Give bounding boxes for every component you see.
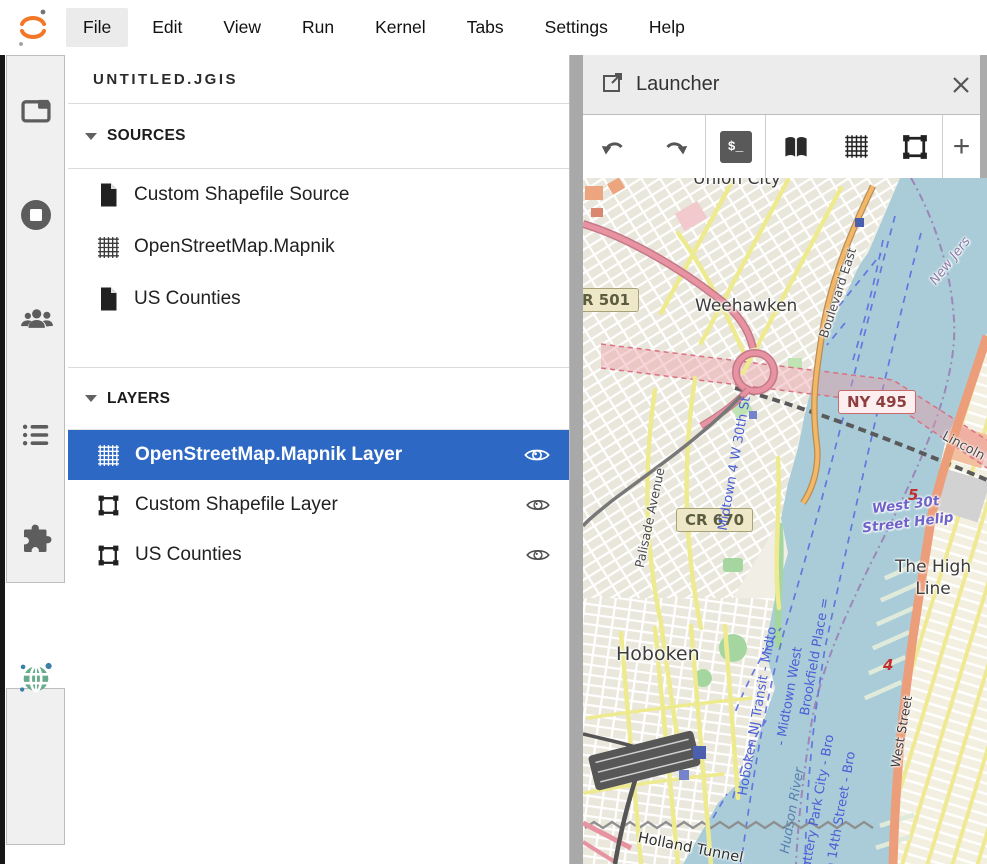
layer-row-openstreetmap[interactable]: OpenStreetMap.Mapnik Layer <box>68 430 569 480</box>
jgis-left-panel: UNTITLED.JGIS SOURCES Custom Shapefile S… <box>68 55 570 864</box>
users-icon <box>17 303 55 342</box>
raster-grid-icon <box>96 442 122 468</box>
vector-polygon-icon <box>96 542 122 568</box>
menu-help[interactable]: Help <box>632 8 702 47</box>
layers-section-header[interactable]: LAYERS <box>68 368 569 430</box>
layer-row-custom-shapefile[interactable]: Custom Shapefile Layer <box>68 480 569 530</box>
identify-button[interactable] <box>766 115 825 178</box>
map-toolbar: $_ + <box>583 115 980 178</box>
vector-polygon-icon <box>900 132 930 162</box>
raster-grid-icon <box>843 133 870 160</box>
raster-grid-icon <box>96 234 122 260</box>
document-title: UNTITLED.JGIS <box>68 55 569 104</box>
launcher-icon <box>601 70 625 99</box>
map-canvas[interactable]: Union City Weehawken Hoboken The HighLin… <box>583 178 987 864</box>
source-item-openstreetmap[interactable]: OpenStreetMap.Mapnik <box>68 221 569 273</box>
menu-tabs[interactable]: Tabs <box>450 8 521 47</box>
jupytergis-tab[interactable] <box>5 658 66 702</box>
menu-bar: File Edit View Run Kernel Tabs Settings … <box>0 0 987 55</box>
terminal-icon: $_ <box>720 131 752 163</box>
road-shield-cr501: R 501 <box>583 288 639 312</box>
file-browser-tab[interactable] <box>5 90 66 134</box>
source-item-label: Custom Shapefile Source <box>134 184 349 206</box>
book-icon <box>781 133 811 161</box>
source-item-us-counties[interactable]: US Counties <box>68 273 569 325</box>
extensions-tab[interactable] <box>5 520 66 564</box>
undo-icon <box>599 134 629 160</box>
visibility-eye-icon[interactable] <box>525 495 551 515</box>
layer-row-us-counties[interactable]: US Counties <box>68 530 569 580</box>
map-label-hoboken: Hoboken <box>616 643 700 665</box>
folder-icon <box>19 95 53 130</box>
stop-circle-icon <box>18 197 54 238</box>
activity-sidebar <box>5 55 68 864</box>
layers-header-label: LAYERS <box>107 390 170 408</box>
source-item-label: OpenStreetMap.Mapnik <box>134 236 335 258</box>
dock-right-edge <box>980 55 987 178</box>
dock-tab-bar: Launcher <box>583 55 987 115</box>
caret-down-icon <box>85 395 97 402</box>
vector-polygon-icon <box>96 492 122 518</box>
menu-kernel[interactable]: Kernel <box>358 8 443 47</box>
layer-label: OpenStreetMap.Mapnik Layer <box>135 444 523 466</box>
visibility-eye-icon[interactable] <box>523 444 551 466</box>
panel-splitter[interactable] <box>570 55 583 864</box>
menu-file[interactable]: File <box>66 8 128 47</box>
tab-launcher[interactable]: Launcher <box>583 70 935 99</box>
plus-icon: + <box>953 132 971 162</box>
map-label-route-5: 5 <box>908 486 918 504</box>
source-item-custom-shapefile[interactable]: Custom Shapefile Source <box>68 169 569 221</box>
tab-launcher-label: Launcher <box>636 73 719 96</box>
visibility-eye-icon[interactable] <box>525 545 551 565</box>
sidebar-tab-group-lower <box>6 688 65 845</box>
list-icon <box>19 420 53 455</box>
map-label-high-line: The HighLine <box>895 556 971 600</box>
sources-section-header[interactable]: SOURCES <box>68 104 569 169</box>
file-icon <box>96 286 122 312</box>
jupyter-logo <box>0 0 66 55</box>
map-label-route-4: 4 <box>883 656 893 674</box>
map-label-weehawken: Weehawken <box>695 296 797 316</box>
undo-button[interactable] <box>583 115 644 178</box>
redo-button[interactable] <box>644 115 705 178</box>
layer-label: Custom Shapefile Layer <box>135 494 525 516</box>
menu-edit[interactable]: Edit <box>135 8 199 47</box>
map-label-union-city: Union City <box>693 178 781 189</box>
menu-run[interactable]: Run <box>285 8 351 47</box>
menu-view[interactable]: View <box>206 8 278 47</box>
file-icon <box>96 182 122 208</box>
menu-settings[interactable]: Settings <box>528 8 625 47</box>
new-vector-layer-button[interactable] <box>887 115 942 178</box>
new-raster-layer-button[interactable] <box>825 115 887 178</box>
sources-header-label: SOURCES <box>107 127 186 145</box>
redo-icon <box>660 134 690 160</box>
puzzle-icon <box>18 522 54 563</box>
add-button[interactable]: + <box>943 115 980 178</box>
table-of-contents-tab[interactable] <box>5 415 66 459</box>
road-shield-ny495: NY 495 <box>838 390 916 414</box>
collaboration-tab[interactable] <box>5 300 66 344</box>
road-shield-cr670: CR 670 <box>676 508 753 532</box>
running-kernels-tab[interactable] <box>5 195 66 239</box>
source-item-label: US Counties <box>134 288 241 310</box>
terminal-button[interactable]: $_ <box>706 115 765 178</box>
gis-globe-icon <box>16 659 56 702</box>
layer-label: US Counties <box>135 544 525 566</box>
caret-down-icon <box>85 133 97 140</box>
